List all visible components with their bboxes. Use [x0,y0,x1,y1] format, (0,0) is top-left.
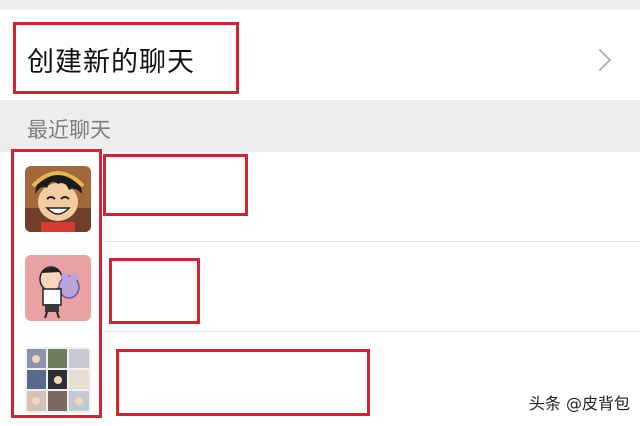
highlight-box-name-1 [103,154,248,216]
highlight-box-avatars [11,149,102,418]
highlight-box-name-2 [109,258,200,324]
highlight-box-create-chat [13,22,239,94]
highlight-box-name-3 [116,349,370,416]
recent-chats-title: 最近聊天 [27,118,111,142]
watermark-text: 头条 @皮背包 [528,394,630,413]
top-band [0,0,640,10]
chevron-right-icon [588,48,612,72]
recent-chats-header: 最近聊天 [0,100,640,152]
